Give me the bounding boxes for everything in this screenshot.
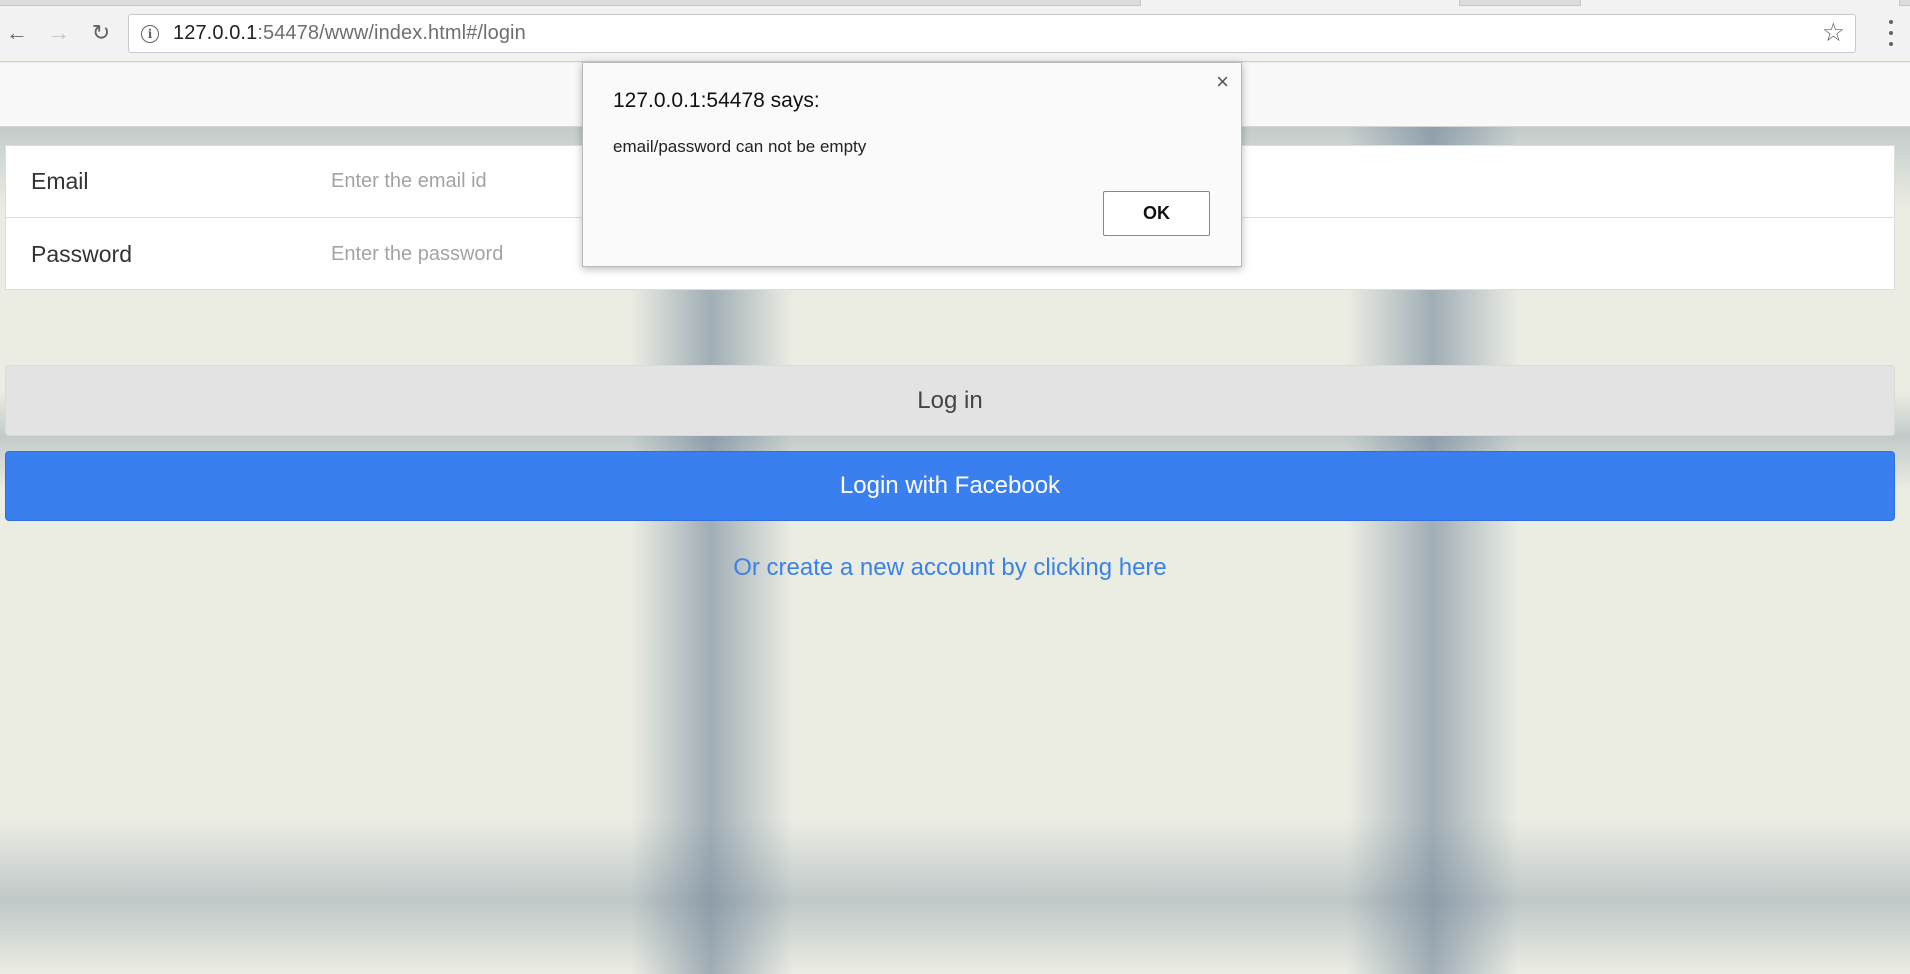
- email-label: Email: [31, 168, 89, 194]
- address-url[interactable]: 127.0.0.1:54478/www/index.html#/login: [173, 22, 526, 45]
- bookmark-star-icon[interactable]: ☆: [1822, 19, 1845, 45]
- alert-message: email/password can not be empty: [613, 137, 867, 156]
- close-icon[interactable]: ×: [1216, 71, 1229, 93]
- ok-button[interactable]: OK: [1103, 191, 1210, 236]
- create-account-link[interactable]: Or create a new account by clicking here: [0, 554, 1900, 582]
- login-button[interactable]: Log in: [5, 365, 1895, 436]
- forward-arrow-icon[interactable]: →: [44, 18, 74, 48]
- site-info-icon[interactable]: i: [141, 24, 159, 43]
- alert-dialog: 127.0.0.1:54478 says: × email/password c…: [582, 62, 1242, 267]
- browser-menu-icon[interactable]: [1888, 20, 1894, 46]
- alert-title: 127.0.0.1:54478 says:: [613, 89, 820, 112]
- url-path: :54478/www/index.html#/login: [257, 22, 526, 44]
- password-label: Password: [31, 240, 132, 267]
- browser-toolbar: ← → ↻ i 127.0.0.1:54478/www/index.html#/…: [0, 6, 1910, 62]
- back-arrow-icon[interactable]: ←: [2, 18, 32, 48]
- facebook-login-button[interactable]: Login with Facebook: [5, 451, 1895, 521]
- url-host: 127.0.0.1: [173, 22, 258, 44]
- reload-icon[interactable]: ↻: [86, 18, 116, 48]
- address-bar[interactable]: i 127.0.0.1:54478/www/index.html#/login …: [128, 14, 1856, 53]
